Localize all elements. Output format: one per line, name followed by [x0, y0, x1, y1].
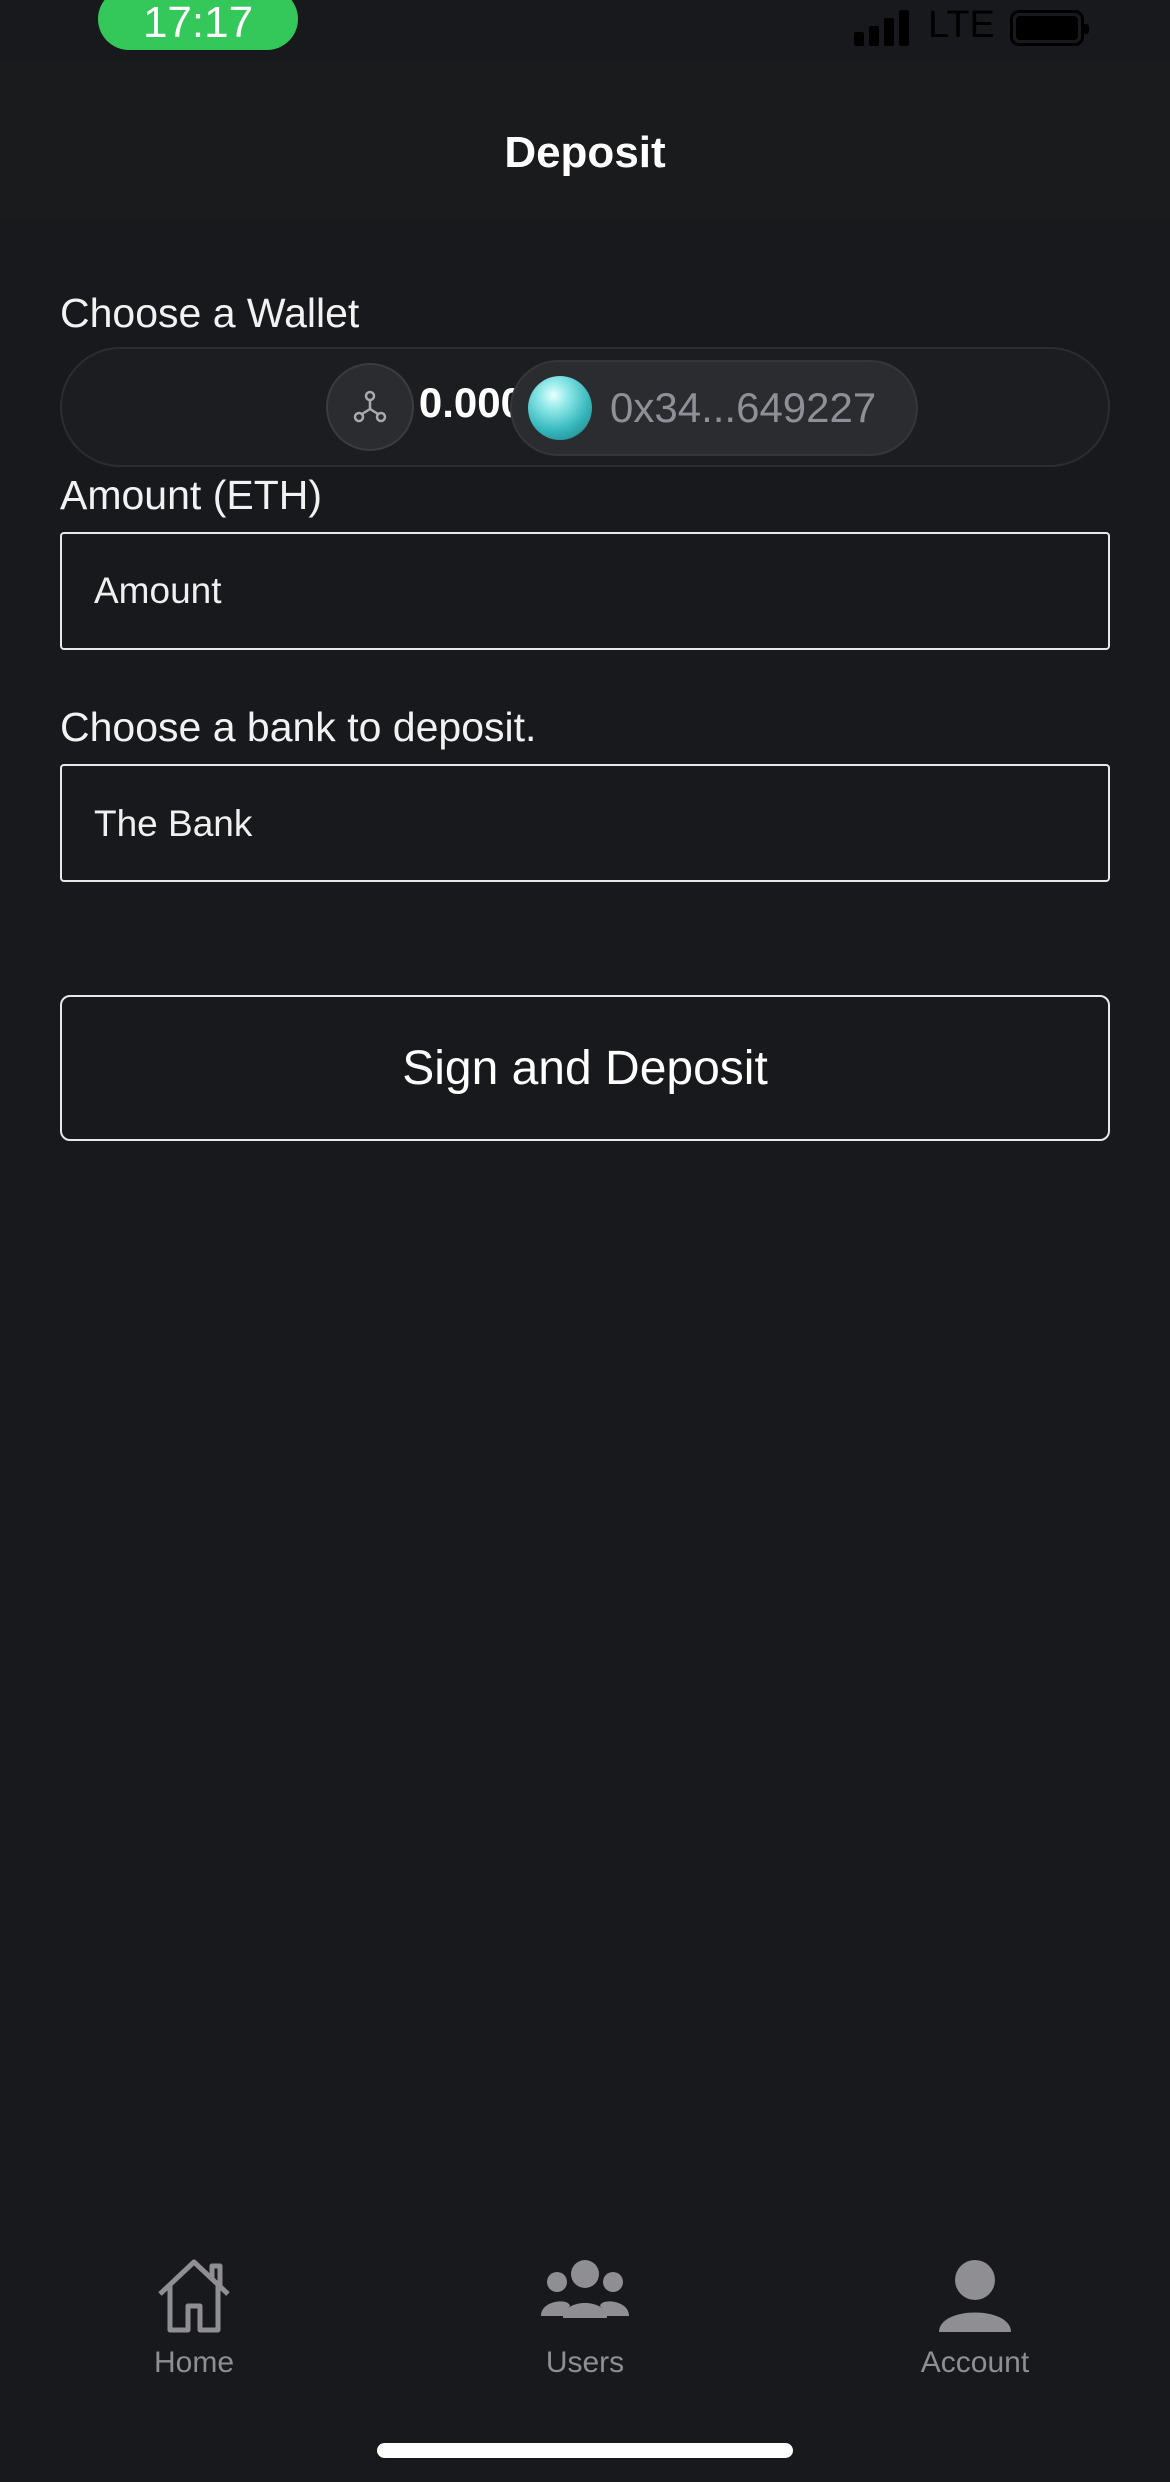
navigation-header: Deposit — [0, 60, 1170, 220]
home-icon — [158, 2259, 230, 2333]
sign-and-deposit-button[interactable]: Sign and Deposit — [60, 995, 1110, 1141]
cellular-signal-icon — [854, 10, 914, 46]
bank-selected-value: The Bank — [94, 803, 253, 844]
amount-label: Amount (ETH) — [60, 472, 322, 518]
home-indicator[interactable] — [377, 2443, 793, 2458]
tab-home[interactable]: Home — [74, 2256, 314, 2386]
network-type: LTE — [928, 4, 995, 46]
tab-users-label: Users — [545, 2346, 625, 2379]
tab-account[interactable]: Account — [855, 2256, 1095, 2386]
wallet-label: Choose a Wallet — [60, 290, 360, 336]
wallet-address-button[interactable]: 0x34...649227 — [510, 360, 918, 456]
users-icon — [541, 2260, 629, 2318]
amount-input[interactable] — [62, 534, 1108, 648]
status-bar: 17:17 LTE — [0, 0, 1170, 60]
bank-select[interactable]: The Bank — [60, 764, 1110, 882]
wallet-selector[interactable]: 0.000 0x34...649227 — [60, 347, 1110, 467]
wallet-avatar — [528, 376, 592, 440]
tab-home-label: Home — [153, 2346, 235, 2379]
wallet-balance: 0.000 — [418, 379, 524, 426]
wallet-address: 0x34...649227 — [610, 384, 877, 431]
battery-icon — [1010, 10, 1089, 46]
page-title: Deposit — [504, 128, 666, 177]
bank-label: Choose a bank to deposit. — [60, 704, 537, 750]
account-icon — [939, 2260, 1011, 2332]
amount-field[interactable] — [60, 532, 1110, 650]
status-time: 17:17 — [98, 0, 298, 50]
tab-users[interactable]: Users — [465, 2256, 705, 2386]
tab-account-label: Account — [920, 2346, 1030, 2379]
